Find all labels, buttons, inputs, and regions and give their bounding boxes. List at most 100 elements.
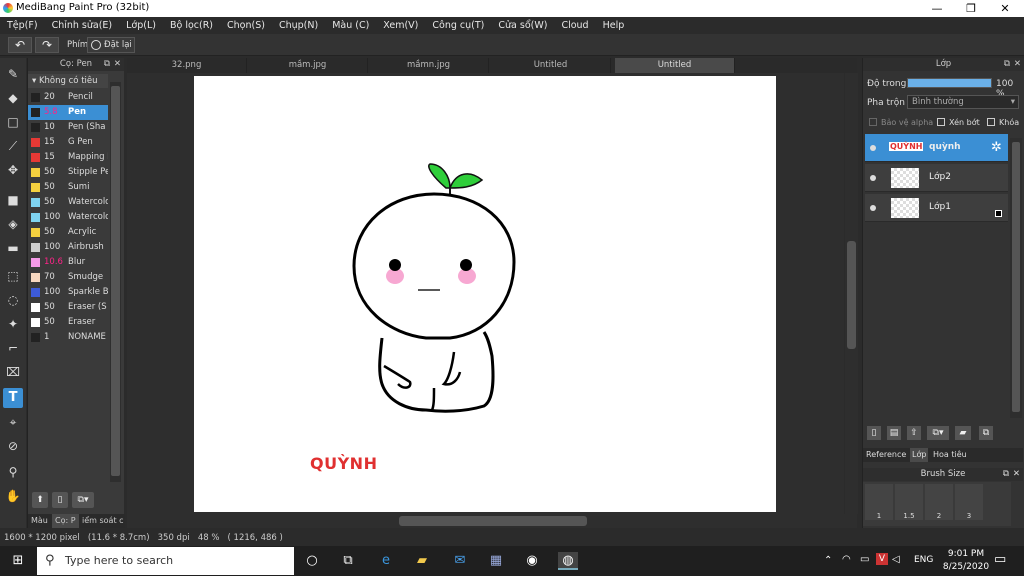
brush-item[interactable]: 70 Smudge	[28, 270, 108, 285]
rectangle-tool-icon[interactable]: □	[3, 112, 23, 132]
duplicate-layer-icon[interactable]: ⧉	[979, 426, 993, 440]
line-tool-icon[interactable]: ⟋	[3, 136, 23, 156]
undock-icon[interactable]: ⧉	[1004, 58, 1010, 71]
eraser-tool-icon[interactable]: ◆	[3, 88, 23, 108]
brush-size-cell[interactable]: 1.5	[895, 484, 923, 520]
brush-group-header[interactable]: ▾ Không có tiêu	[28, 74, 108, 88]
undo-button[interactable]: ↶	[8, 37, 32, 53]
eye-icon[interactable]	[870, 205, 876, 211]
operation-tool-icon[interactable]: ⌖	[3, 412, 23, 432]
drawing-canvas[interactable]: QUỲNH	[194, 76, 776, 512]
divide-tool-icon[interactable]: ⊘	[3, 436, 23, 456]
panel-close-icon[interactable]: ✕	[1014, 58, 1021, 71]
mail-icon[interactable]: ✉	[450, 552, 470, 570]
eye-icon[interactable]	[870, 145, 876, 151]
canvas-horizontal-scrollbar[interactable]	[127, 514, 857, 528]
layer-item[interactable]: Lớp2	[865, 164, 1008, 192]
brush-size-cell[interactable]: 1	[865, 484, 893, 520]
select-eraser-tool-icon[interactable]: ⌧	[3, 362, 23, 382]
menu-tools[interactable]: Công cụ(T)	[425, 17, 491, 34]
add-brush-icon[interactable]: ⬆	[32, 492, 48, 508]
protect-alpha-checkbox[interactable]	[869, 118, 877, 126]
brush-item[interactable]: 20 Pencil	[28, 90, 108, 105]
brush-item[interactable]: 50 Stipple Pe	[28, 165, 108, 180]
brush-item[interactable]: 10 Pen (Sha	[28, 120, 108, 135]
brush-item[interactable]: 5.8 Pen	[28, 105, 108, 120]
eye-icon[interactable]	[870, 175, 876, 181]
language-indicator[interactable]: ENG	[914, 555, 933, 565]
tab-doc-5[interactable]: Untitled	[615, 58, 735, 73]
tab-doc-4[interactable]: Untitled	[491, 58, 611, 73]
chrome-icon[interactable]: ◉	[522, 552, 542, 570]
new-layer-icon[interactable]: ▯	[867, 426, 881, 440]
new-halftone-layer-icon[interactable]: ▤	[887, 426, 901, 440]
tab-brush[interactable]: Cọ: P	[52, 514, 79, 528]
maximize-button[interactable]: ❐	[954, 0, 988, 17]
menu-layer[interactable]: Lớp(L)	[119, 17, 163, 34]
horizontal-scroll-thumb[interactable]	[399, 516, 587, 526]
eyedropper-tool-icon[interactable]: ⚲	[3, 462, 23, 482]
fill-rect-tool-icon[interactable]: ■	[3, 190, 23, 210]
vivaldi-tray-icon[interactable]: V	[876, 553, 888, 565]
tab-layer[interactable]: Lớp	[910, 448, 929, 462]
blend-mode-select[interactable]: Bình thường ▾	[907, 95, 1019, 109]
brush-size-cell[interactable]: 2	[925, 484, 953, 520]
menu-snap[interactable]: Chụp(N)	[272, 17, 325, 34]
file-explorer-icon[interactable]: ▰	[412, 552, 432, 570]
tab-navigator[interactable]: Hoa tiêu	[933, 448, 967, 462]
menu-help[interactable]: Help	[596, 17, 632, 34]
new-brush-icon[interactable]: ▯	[52, 492, 68, 508]
brush-item[interactable]: 100 Airbrush	[28, 240, 108, 255]
tab-doc-1[interactable]: 32.png	[127, 58, 247, 73]
store-icon[interactable]: ▦	[486, 552, 506, 570]
layer-scroll-thumb[interactable]	[1012, 142, 1020, 412]
gear-icon[interactable]: ✲	[991, 140, 1002, 155]
brush-item[interactable]: 50 Acrylic	[28, 225, 108, 240]
brush-tool-icon[interactable]: ✎	[3, 64, 23, 84]
brush-item[interactable]: 1 NONAME	[28, 330, 108, 345]
volume-icon[interactable]: ◁	[892, 554, 900, 565]
clipping-checkbox[interactable]	[937, 118, 945, 126]
layer-options-icon[interactable]: ⧉▾	[927, 426, 949, 440]
menu-select[interactable]: Chọn(S)	[220, 17, 272, 34]
tab-reference[interactable]: Reference	[866, 448, 906, 462]
gradient-tool-icon[interactable]: ▬	[3, 238, 23, 258]
layer-item[interactable]: QUỲNH quỳnh ✲	[865, 134, 1008, 162]
chevron-up-icon[interactable]: ⌃	[824, 555, 832, 566]
brush-item[interactable]: 10.6 Blur	[28, 255, 108, 270]
menu-cloud[interactable]: Cloud	[554, 17, 595, 34]
tab-color[interactable]: Màu	[31, 514, 48, 528]
cortana-icon[interactable]: ○	[302, 552, 322, 570]
panel-close-icon[interactable]: ✕	[1013, 468, 1020, 481]
taskbar-search-box[interactable]: ⚲ Type here to search	[37, 547, 294, 575]
medibang-taskbar-icon[interactable]: ◍	[558, 552, 578, 570]
brush-item[interactable]: 100 Watercolo	[28, 210, 108, 225]
brush-item[interactable]: 50 Sumi	[28, 180, 108, 195]
brush-item[interactable]: 100 Sparkle B	[28, 285, 108, 300]
menu-file[interactable]: Tệp(F)	[0, 17, 45, 34]
select-tool-icon[interactable]: ⬚	[3, 266, 23, 286]
reset-button[interactable]: Đặt lại	[87, 37, 135, 53]
text-tool-icon[interactable]: T	[3, 388, 23, 408]
layer-scrollbar[interactable]	[1010, 138, 1022, 418]
menu-view[interactable]: Xem(V)	[376, 17, 425, 34]
magic-wand-tool-icon[interactable]: ✦	[3, 314, 23, 334]
folder-icon[interactable]: ▰	[955, 426, 971, 440]
brush-item[interactable]: 50 Eraser (S	[28, 300, 108, 315]
lasso-tool-icon[interactable]: ◌	[3, 290, 23, 310]
edge-browser-icon[interactable]: e	[376, 552, 396, 570]
brush-item[interactable]: 50 Eraser	[28, 315, 108, 330]
brush-item[interactable]: 15 Mapping I	[28, 150, 108, 165]
brush-item[interactable]: 50 Watercolo	[28, 195, 108, 210]
tab-doc-3[interactable]: mầmn.jpg	[369, 58, 489, 73]
menu-edit[interactable]: Chỉnh sửa(E)	[45, 17, 120, 34]
lock-checkbox[interactable]	[987, 118, 995, 126]
panel-close-icon[interactable]: ✕	[114, 58, 121, 71]
clock-date[interactable]: 8/25/2020	[940, 562, 992, 572]
import-layer-icon[interactable]: ⇧	[907, 426, 921, 440]
notification-icon[interactable]: ▭	[994, 552, 1006, 567]
menu-window[interactable]: Cửa sổ(W)	[491, 17, 554, 34]
undock-icon[interactable]: ⧉	[104, 58, 110, 71]
menu-color[interactable]: Màu (C)	[325, 17, 376, 34]
brush-item[interactable]: 15 G Pen	[28, 135, 108, 150]
